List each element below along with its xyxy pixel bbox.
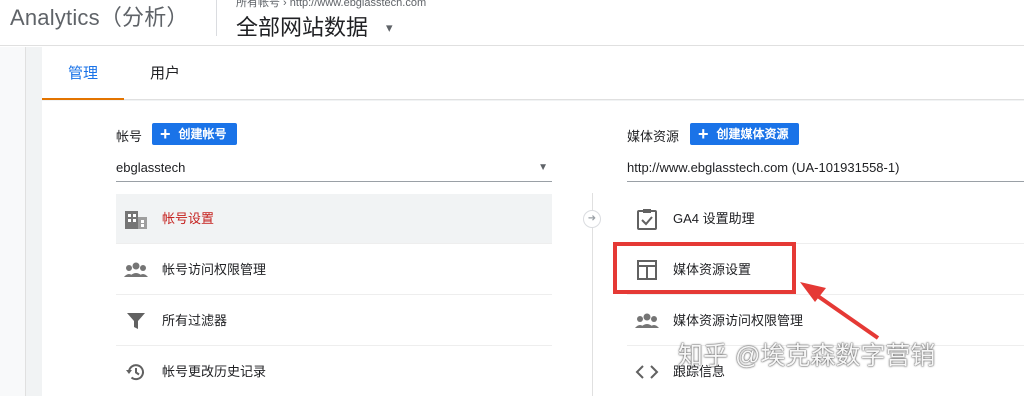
create-property-button[interactable]: + 创建媒体资源 — [690, 123, 799, 145]
people-icon — [635, 313, 659, 328]
account-scope-picker[interactable]: 全部网站数据 — [236, 10, 368, 42]
tab-admin[interactable]: 管理 — [42, 47, 124, 100]
account-history-item[interactable]: 帐号更改历史记录 — [116, 347, 552, 396]
property-select[interactable]: http://www.ebglasstech.com (UA-101931558… — [627, 156, 1024, 182]
account-column-label: 帐号 — [116, 129, 143, 144]
account-access-label: 帐号访问权限管理 — [162, 262, 267, 277]
checklist-icon — [637, 209, 657, 230]
filter-icon — [127, 313, 145, 329]
create-account-button[interactable]: + 创建帐号 — [152, 123, 237, 145]
breadcrumb[interactable]: 所有帐号 › http://www.ebglasstech.com — [236, 0, 426, 10]
app-title: Analytics（分析） — [10, 5, 189, 30]
account-settings-label: 帐号设置 — [162, 211, 215, 226]
chevron-down-icon[interactable]: ▾ — [386, 20, 393, 36]
plus-icon: + — [160, 124, 171, 144]
tabs-bar: 管理 用户 — [42, 47, 1024, 100]
account-history-label: 帐号更改历史记录 — [162, 364, 267, 379]
side-nav-rail — [0, 47, 26, 396]
building-icon — [125, 211, 147, 229]
account-settings-item[interactable]: 帐号设置 — [116, 194, 552, 244]
account-access-item[interactable]: 帐号访问权限管理 — [116, 245, 552, 295]
tab-user[interactable]: 用户 — [124, 47, 206, 100]
chevron-down-icon: ▼ — [538, 162, 548, 173]
history-icon — [126, 364, 144, 381]
property-select-value: http://www.ebglasstech.com (UA-101931558… — [627, 160, 900, 175]
account-select[interactable]: ebglasstech ▼ — [116, 156, 552, 182]
create-property-label: 创建媒体资源 — [716, 127, 789, 141]
all-filters-label: 所有过滤器 — [162, 313, 228, 328]
property-column-label: 媒体资源 — [627, 129, 680, 144]
ga4-setup-label: GA4 设置助理 — [673, 211, 755, 226]
all-filters-item[interactable]: 所有过滤器 — [116, 296, 552, 346]
account-select-value: ebglasstech — [116, 160, 186, 175]
arrow-right-icon: ➜ — [583, 210, 601, 228]
plus-icon: + — [698, 124, 709, 144]
code-icon — [635, 365, 659, 379]
create-account-label: 创建帐号 — [178, 127, 227, 141]
ga4-setup-item[interactable]: GA4 设置助理 — [627, 194, 1024, 244]
header-divider — [216, 0, 217, 36]
top-header: Analytics（分析） 所有帐号 › http://www.ebglasst… — [0, 0, 1024, 46]
watermark: 知乎 @埃克森数字营销 — [678, 342, 936, 370]
annotation-highlight-box — [613, 242, 796, 294]
people-icon — [124, 262, 148, 277]
